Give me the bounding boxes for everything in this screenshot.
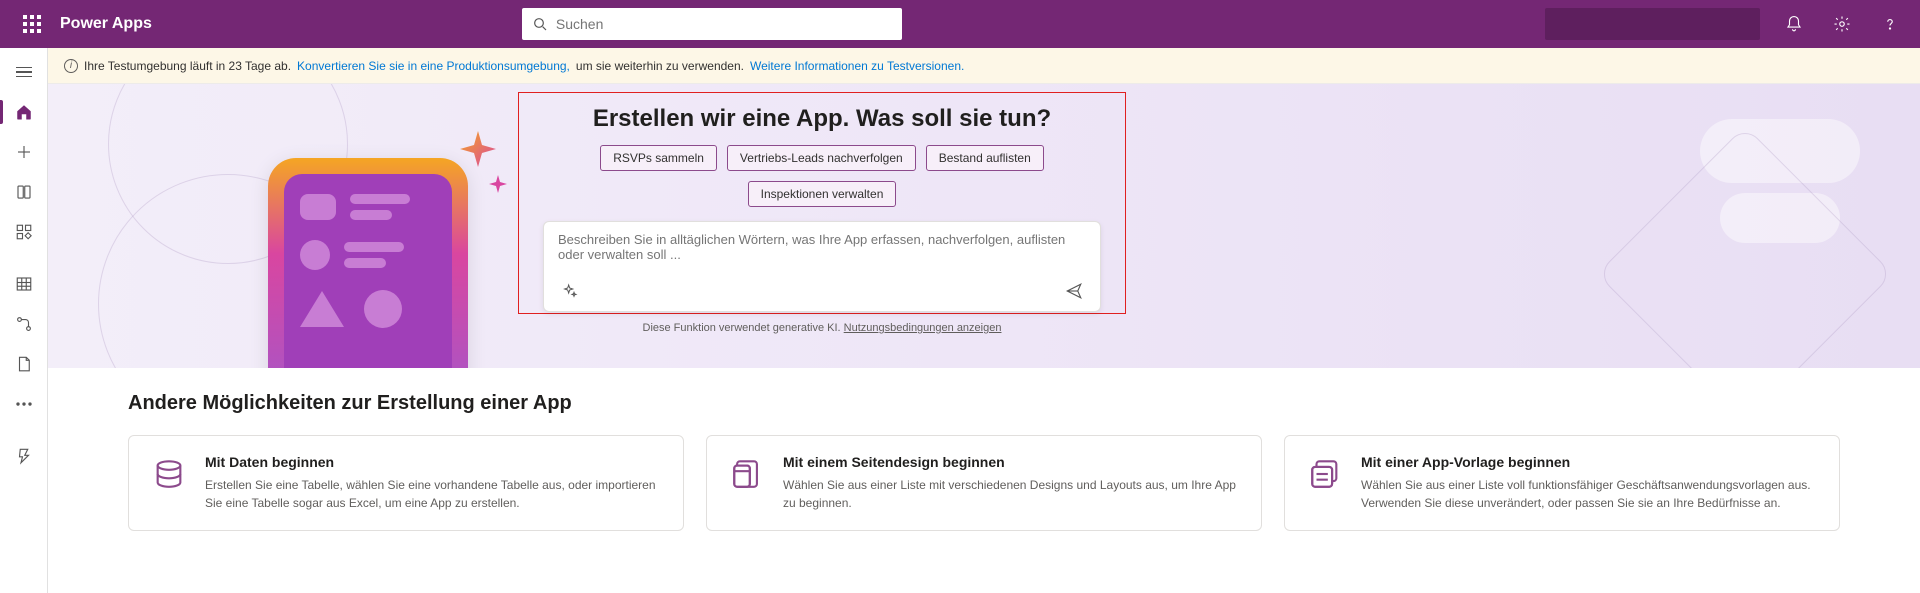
brand-title: Power Apps	[60, 15, 152, 33]
rail-flows[interactable]	[0, 304, 48, 344]
rail-home[interactable]	[0, 92, 48, 132]
prompt-textarea[interactable]	[558, 232, 1086, 270]
sparkle-icon	[458, 129, 498, 169]
search-box[interactable]	[522, 8, 902, 40]
chip-inventory[interactable]: Bestand auflisten	[926, 145, 1044, 171]
lower-section: Andere Möglichkeiten zur Erstellung eine…	[48, 368, 1920, 561]
left-rail	[0, 48, 48, 593]
search-input[interactable]	[556, 16, 892, 32]
home-icon	[15, 103, 33, 121]
prompt-sparkle-button[interactable]	[558, 279, 582, 303]
apps-icon	[15, 223, 33, 241]
waffle-icon	[23, 15, 41, 33]
rail-tables[interactable]	[0, 264, 48, 304]
prompt-chips: RSVPs sammeln Vertriebs-Leads nachverfol…	[543, 145, 1101, 207]
rail-more[interactable]	[0, 384, 48, 424]
book-icon	[15, 183, 33, 201]
hero-section: Erstellen wir eine App. Was soll sie tun…	[48, 84, 1920, 368]
flow-icon	[15, 315, 33, 333]
search-wrap	[522, 8, 902, 40]
prompt-title: Erstellen wir eine App. Was soll sie tun…	[543, 105, 1101, 133]
card-start-with-design[interactable]: Mit einem Seitendesign beginnen Wählen S…	[706, 435, 1262, 531]
top-header: Power Apps	[0, 0, 1920, 48]
layout-icon	[727, 454, 767, 494]
chip-rsvps[interactable]: RSVPs sammeln	[600, 145, 717, 171]
cards-row: Mit Daten beginnen Erstellen Sie eine Ta…	[128, 435, 1840, 531]
app-launcher-button[interactable]	[8, 0, 56, 48]
notifications-button[interactable]	[1772, 0, 1816, 48]
card-start-with-data[interactable]: Mit Daten beginnen Erstellen Sie eine Ta…	[128, 435, 684, 531]
rail-hamburger[interactable]	[0, 52, 48, 92]
ai-disclaimer: Diese Funktion verwendet generative KI. …	[543, 322, 1101, 334]
phone-illustration	[268, 158, 468, 368]
card-title: Mit einer App-Vorlage beginnen	[1361, 454, 1819, 470]
ai-note-text: Diese Funktion verwendet generative KI.	[643, 322, 841, 334]
card-desc: Erstellen Sie eine Tabelle, wählen Sie e…	[205, 476, 663, 512]
template-icon	[1305, 454, 1345, 494]
card-desc: Wählen Sie aus einer Liste mit verschied…	[783, 476, 1241, 512]
rail-apps[interactable]	[0, 212, 48, 252]
table-icon	[15, 275, 33, 293]
banner-link-convert[interactable]: Konvertieren Sie sie in eine Produktions…	[297, 59, 570, 73]
more-icon	[15, 401, 33, 407]
page-icon	[15, 355, 33, 373]
sparkle-small-icon	[488, 174, 508, 194]
help-button[interactable]	[1868, 0, 1912, 48]
main-content: i Ihre Testumgebung läuft in 23 Tage ab.…	[48, 48, 1920, 593]
rail-solutions[interactable]	[0, 344, 48, 384]
card-start-with-template[interactable]: Mit einer App-Vorlage beginnen Wählen Si…	[1284, 435, 1840, 531]
settings-button[interactable]	[1820, 0, 1864, 48]
banner-link-moreinfo[interactable]: Weitere Informationen zu Testversionen.	[750, 59, 964, 73]
lower-heading: Andere Möglichkeiten zur Erstellung eine…	[128, 392, 1840, 415]
rail-power-platform[interactable]	[0, 436, 48, 476]
rail-learn[interactable]	[0, 172, 48, 212]
bell-icon	[1785, 15, 1803, 33]
data-icon	[149, 454, 189, 494]
banner-text-prefix: Ihre Testumgebung läuft in 23 Tage ab.	[84, 59, 291, 73]
chip-inspections[interactable]: Inspektionen verwalten	[748, 181, 897, 207]
info-icon: i	[64, 59, 78, 73]
gear-icon	[1833, 15, 1851, 33]
send-icon	[1065, 282, 1083, 300]
search-icon	[532, 16, 548, 32]
hero-art	[88, 84, 548, 368]
card-title: Mit einem Seitendesign beginnen	[783, 454, 1241, 470]
hamburger-icon	[16, 64, 32, 81]
copilot-prompt-card: Erstellen wir eine App. Was soll sie tun…	[518, 92, 1126, 314]
plus-icon	[15, 143, 33, 161]
hero-right-shapes	[1520, 99, 1880, 359]
chip-leads[interactable]: Vertriebs-Leads nachverfolgen	[727, 145, 916, 171]
rail-create[interactable]	[0, 132, 48, 172]
trial-banner: i Ihre Testumgebung läuft in 23 Tage ab.…	[48, 48, 1920, 84]
prompt-send-button[interactable]	[1062, 279, 1086, 303]
ai-terms-link[interactable]: Nutzungsbedingungen anzeigen	[844, 322, 1002, 334]
help-icon	[1881, 15, 1899, 33]
card-title: Mit Daten beginnen	[205, 454, 663, 470]
sparkle-icon	[562, 283, 578, 299]
banner-text-middle: um sie weiterhin zu verwenden.	[576, 59, 744, 73]
card-desc: Wählen Sie aus einer Liste voll funktion…	[1361, 476, 1819, 512]
environment-picker[interactable]	[1545, 8, 1760, 40]
prompt-input-box[interactable]	[543, 221, 1101, 312]
power-icon	[15, 447, 33, 465]
